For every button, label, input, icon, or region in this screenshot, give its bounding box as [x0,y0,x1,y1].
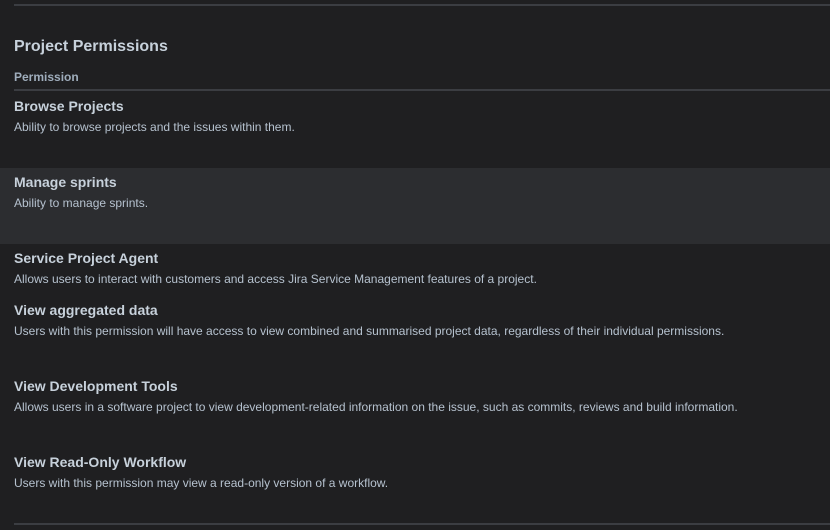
permission-row-view-read-only-workflow: View Read-Only Workflow Users with this … [0,448,830,520]
permission-description: Users with this permission will have acc… [14,324,725,338]
permission-description: Allows users in a software project to vi… [14,400,738,414]
permission-description: Users with this permission may view a re… [14,476,389,490]
project-permissions-page: Project Permissions Permission Browse Pr… [0,0,830,530]
permission-description: Allows users to interact with customers … [14,272,537,286]
permission-name: View aggregated data [14,302,158,318]
permission-name: Browse Projects [14,98,124,114]
permission-name: View Development Tools [14,378,178,394]
permission-description: Ability to browse projects and the issue… [14,120,295,134]
permission-row-manage-sprints: Manage sprints Ability to manage sprints… [0,168,830,244]
section-title: Project Permissions [14,38,168,55]
bottom-divider [14,523,830,525]
top-divider [14,4,830,6]
permission-name: Manage sprints [14,174,117,190]
permission-row-view-development-tools: View Development Tools Allows users in a… [0,372,830,448]
permission-name: Service Project Agent [14,250,159,266]
permission-column-header: Permission [14,70,79,84]
permission-description: Ability to manage sprints. [14,196,149,210]
permission-row-browse-projects: Browse Projects Ability to browse projec… [0,92,830,168]
permission-name: View Read-Only Workflow [14,454,187,470]
permission-row-view-aggregated-data: View aggregated data Users with this per… [0,296,830,372]
permission-row-service-project-agent: Service Project Agent Allows users to in… [0,244,830,296]
column-header-divider [14,89,830,91]
